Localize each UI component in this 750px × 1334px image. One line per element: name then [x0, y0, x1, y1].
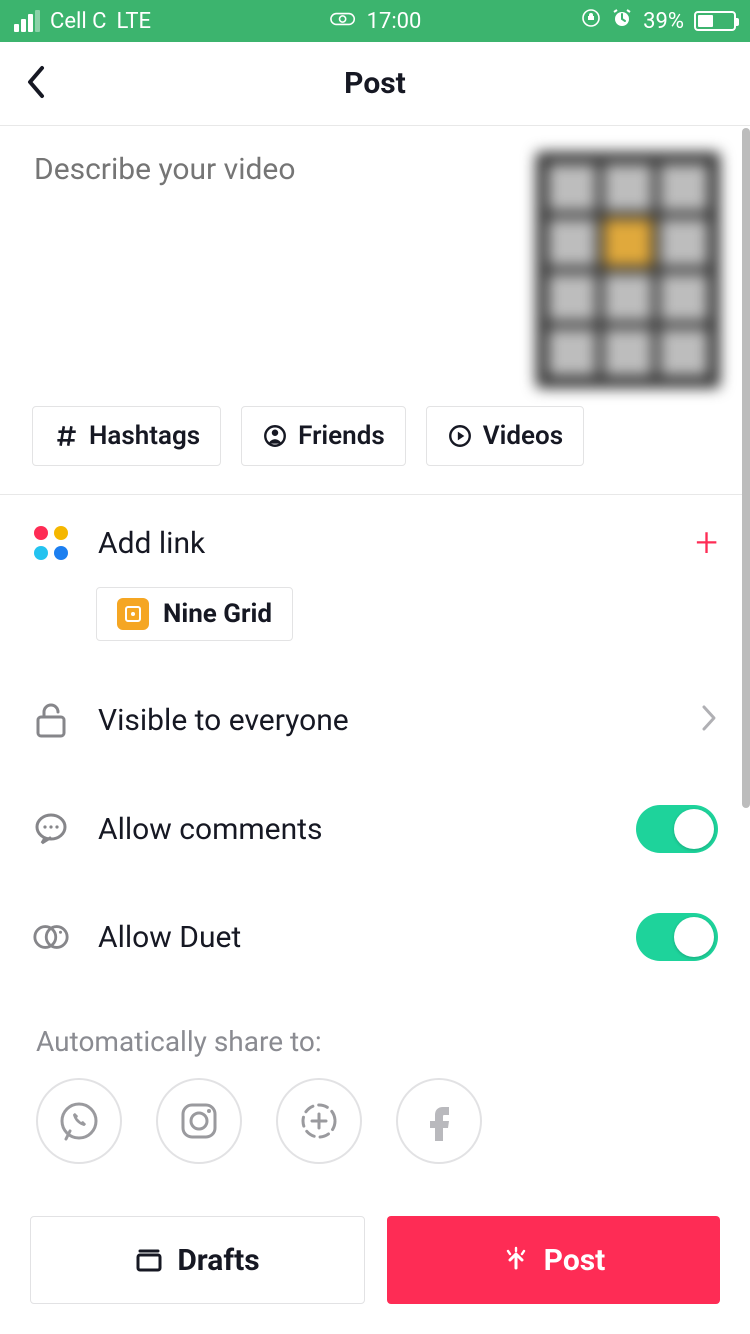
- hashtags-button[interactable]: Hashtags: [32, 406, 221, 466]
- drafts-label: Drafts: [177, 1243, 259, 1278]
- duet-icon: [32, 922, 70, 952]
- scrollbar[interactable]: [742, 128, 750, 808]
- status-bar: Cell C LTE 17:00 39%: [0, 0, 750, 42]
- alarm-icon: [611, 7, 633, 35]
- battery-icon: [694, 11, 736, 31]
- signal-icon: [14, 10, 40, 32]
- auto-share-label: Automatically share to:: [0, 991, 750, 1078]
- add-link-plus-button[interactable]: +: [695, 523, 718, 563]
- share-instagram-button[interactable]: [156, 1078, 242, 1164]
- template-chip[interactable]: Nine Grid: [96, 587, 293, 641]
- template-label: Nine Grid: [163, 599, 272, 629]
- quick-insert-row: Hashtags Friends Videos: [0, 388, 750, 494]
- drafts-icon: [135, 1246, 163, 1274]
- page-title: Post: [344, 66, 406, 101]
- share-whatsapp-button[interactable]: [36, 1078, 122, 1164]
- network-label: LTE: [116, 9, 151, 34]
- allow-duet-label: Allow Duet: [98, 920, 608, 955]
- hashtags-label: Hashtags: [89, 421, 200, 451]
- status-left: Cell C LTE: [14, 9, 151, 34]
- chevron-right-icon: [700, 703, 718, 737]
- unlock-icon: [32, 701, 70, 739]
- fourdots-icon: [32, 526, 70, 560]
- post-icon: [502, 1246, 530, 1274]
- caption-input[interactable]: [34, 152, 512, 352]
- allow-comments-toggle[interactable]: [636, 805, 718, 853]
- comments-icon: [32, 811, 70, 847]
- drafts-button[interactable]: Drafts: [30, 1216, 365, 1304]
- carrier-label: Cell C: [50, 9, 106, 34]
- privacy-label: Visible to everyone: [98, 703, 672, 738]
- share-facebook-button[interactable]: [396, 1078, 482, 1164]
- privacy-row[interactable]: Visible to everyone: [0, 665, 750, 775]
- video-thumbnail[interactable]: [536, 152, 720, 388]
- share-stories-button[interactable]: [276, 1078, 362, 1164]
- friends-button[interactable]: Friends: [241, 406, 406, 466]
- post-label: Post: [544, 1243, 606, 1278]
- allow-comments-label: Allow comments: [98, 812, 608, 847]
- add-link-label: Add link: [98, 526, 667, 561]
- videos-label: Videos: [483, 421, 563, 451]
- hotspot-icon: [329, 9, 357, 34]
- videos-button[interactable]: Videos: [426, 406, 584, 466]
- bottom-actions: Drafts Post: [0, 1216, 750, 1304]
- back-button[interactable]: [24, 64, 46, 104]
- add-link-row[interactable]: Add link +: [0, 495, 750, 591]
- orientation-lock-icon: [581, 8, 601, 34]
- compose-area: [0, 126, 750, 388]
- clock-label: 17:00: [367, 9, 422, 34]
- allow-duet-toggle[interactable]: [636, 913, 718, 961]
- template-icon: [117, 598, 149, 630]
- allow-duet-row: Allow Duet: [0, 883, 750, 991]
- share-icons-row: [0, 1078, 750, 1164]
- post-button[interactable]: Post: [387, 1216, 720, 1304]
- allow-comments-row: Allow comments: [0, 775, 750, 883]
- battery-pct-label: 39%: [643, 9, 684, 34]
- status-center: 17:00: [329, 9, 422, 34]
- friends-label: Friends: [298, 421, 385, 451]
- status-right: 39%: [581, 7, 736, 35]
- nav-header: Post: [0, 42, 750, 126]
